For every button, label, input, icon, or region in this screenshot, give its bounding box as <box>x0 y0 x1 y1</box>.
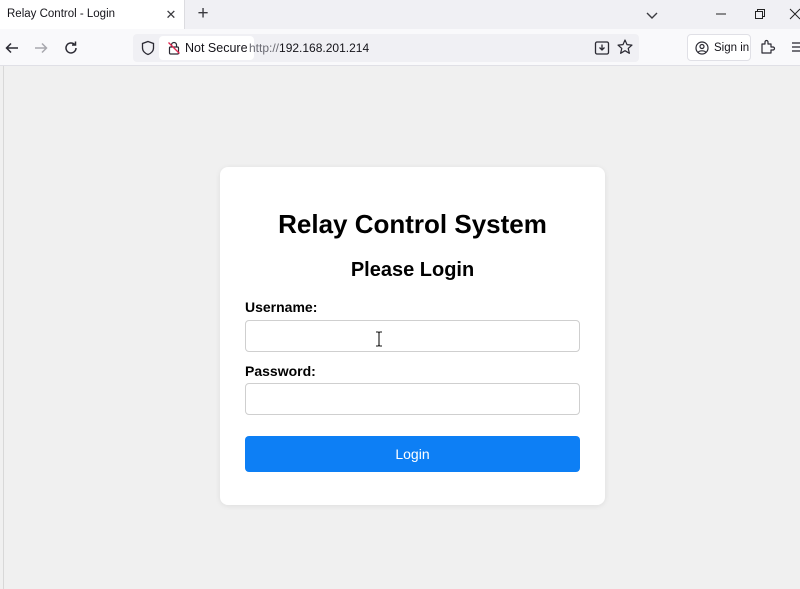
address-bar[interactable]: Not Secure http://192.168.201.214 <box>133 34 639 62</box>
insecure-lock-icon <box>168 41 180 55</box>
close-window-icon[interactable] <box>783 4 800 24</box>
restore-icon[interactable] <box>748 4 772 24</box>
tab-strip: Relay Control - Login ✕ + <box>0 0 800 29</box>
bookmark-star-icon[interactable] <box>616 38 634 56</box>
account-icon <box>695 40 709 55</box>
password-label: Password: <box>245 363 316 379</box>
reload-icon[interactable] <box>60 37 82 59</box>
login-heading: Please Login <box>350 259 475 281</box>
login-button[interactable]: Login <box>245 436 580 472</box>
shield-icon[interactable] <box>140 40 156 56</box>
login-card: Relay Control System Please Login Userna… <box>220 167 605 505</box>
text-cursor-icon <box>376 331 382 347</box>
close-tab-icon[interactable]: ✕ <box>162 6 180 24</box>
password-input[interactable] <box>245 383 580 415</box>
new-tab-icon[interactable]: + <box>193 3 213 24</box>
security-indicator[interactable]: Not Secure <box>159 36 254 60</box>
chevron-down-icon[interactable] <box>643 6 661 24</box>
page-title: Relay Control System <box>278 209 547 239</box>
minimize-icon[interactable] <box>709 4 733 24</box>
back-arrow-icon[interactable] <box>1 37 23 59</box>
tab-title: Relay Control - Login <box>7 8 116 20</box>
username-label: Username: <box>245 299 318 315</box>
navigation-toolbar: Not Secure http://192.168.201.214 Sign i… <box>0 29 800 66</box>
menu-icon[interactable] <box>791 38 800 56</box>
page-viewport: Relay Control System Please Login Userna… <box>3 66 800 589</box>
forward-arrow-icon[interactable] <box>30 37 52 59</box>
tab-relay-control[interactable]: Relay Control - Login ✕ <box>0 0 185 29</box>
save-to-pocket-icon[interactable] <box>593 39 611 57</box>
url-scheme: http:// <box>249 41 280 55</box>
not-secure-label: Not Secure <box>185 41 248 55</box>
sign-in-button[interactable]: Sign in <box>687 34 751 61</box>
sign-in-label: Sign in <box>714 41 750 54</box>
extensions-icon[interactable] <box>759 38 777 56</box>
username-input[interactable] <box>245 320 580 352</box>
url-host: 192.168.201.214 <box>279 41 370 55</box>
url-text[interactable]: http://192.168.201.214 <box>249 41 369 55</box>
